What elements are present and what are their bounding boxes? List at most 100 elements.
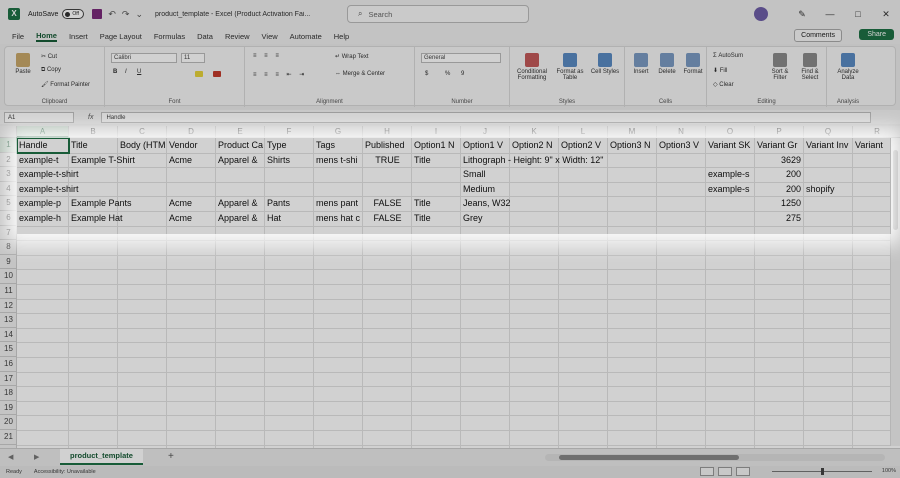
cell-p6[interactable]: 275 <box>755 211 804 226</box>
cell-o4[interactable]: example-s <box>706 182 755 197</box>
cut-button[interactable]: ✂ Cut <box>41 53 57 60</box>
row-header-14[interactable]: 14 <box>0 328 17 343</box>
format-cells-button[interactable]: Format <box>681 53 705 75</box>
page-layout-view-button[interactable] <box>718 467 732 476</box>
sheet-tab-product-template[interactable]: product_template <box>60 449 143 465</box>
column-header-a[interactable]: A <box>17 126 69 138</box>
delete-cells-button[interactable]: Delete <box>655 53 679 75</box>
column-header-p[interactable]: P <box>755 126 804 138</box>
search-box[interactable]: ⌕ Search <box>347 5 529 23</box>
row-header-21[interactable]: 21 <box>0 430 17 445</box>
autosum-button[interactable]: Σ AutoSum <box>713 53 743 59</box>
bold-button[interactable]: B <box>113 69 117 75</box>
cell-f2[interactable]: Shirts <box>265 153 314 168</box>
column-header-c[interactable]: C <box>118 126 167 138</box>
align-left-icons[interactable]: ≡ ≡ ≡ ⇤ ⇥ <box>253 71 307 78</box>
cell-p2[interactable]: 3629 <box>755 153 804 168</box>
tab-file[interactable]: File <box>12 32 24 41</box>
paste-button[interactable]: Paste <box>11 53 35 75</box>
cell-m1[interactable]: Option3 N <box>608 138 657 153</box>
font-color-icon[interactable] <box>213 71 221 77</box>
align-top-icons[interactable]: ≡ ≡ ≡ <box>253 53 282 59</box>
row-header-19[interactable]: 19 <box>0 401 17 416</box>
row-header-5[interactable]: 5 <box>0 196 17 211</box>
tab-view[interactable]: View <box>262 32 278 41</box>
cell-d2[interactable]: Acme <box>167 153 216 168</box>
cell-b1[interactable]: Title <box>69 138 118 153</box>
cell-styles-button[interactable]: Cell Styles <box>590 53 620 75</box>
cell-j6[interactable]: Grey <box>461 211 510 226</box>
row-header-12[interactable]: 12 <box>0 299 17 314</box>
number-format-select[interactable]: General <box>421 53 501 63</box>
cell-g6[interactable]: mens hat c <box>314 211 363 226</box>
page-break-view-button[interactable] <box>736 467 750 476</box>
column-header-f[interactable]: F <box>265 126 314 138</box>
cell-h5[interactable]: FALSE <box>363 196 412 211</box>
row-header-15[interactable]: 15 <box>0 342 17 357</box>
next-sheet-icon[interactable]: ▶ <box>34 453 39 461</box>
cell-a4[interactable]: example-t-shirt <box>17 182 79 197</box>
column-header-h[interactable]: H <box>363 126 412 138</box>
column-header-r[interactable]: R <box>853 126 900 138</box>
cell-a5[interactable]: example-p <box>17 196 69 211</box>
horizontal-scroll-thumb[interactable] <box>559 455 739 460</box>
column-header-n[interactable]: N <box>657 126 706 138</box>
column-header-o[interactable]: O <box>706 126 755 138</box>
cell-n1[interactable]: Option3 V <box>657 138 706 153</box>
cell-e6[interactable]: Apparel & <box>216 211 265 226</box>
fill-color-icon[interactable] <box>195 71 203 77</box>
tab-review[interactable]: Review <box>225 32 250 41</box>
cell-a6[interactable]: example-h <box>17 211 69 226</box>
share-button[interactable]: Share <box>859 29 894 40</box>
minimize-button[interactable]: — <box>816 9 844 19</box>
comments-button[interactable]: Comments <box>794 29 842 42</box>
formula-input[interactable]: Handle <box>101 111 872 123</box>
row-header-11[interactable]: 11 <box>0 284 17 299</box>
maximize-button[interactable]: □ <box>844 9 872 19</box>
cell-l1[interactable]: Option2 V <box>559 138 608 153</box>
row-header-16[interactable]: 16 <box>0 357 17 372</box>
currency-button[interactable]: $ <box>425 71 428 77</box>
cell-b2[interactable]: Example T-Shirt <box>69 153 135 168</box>
row-header-18[interactable]: 18 <box>0 386 17 401</box>
redo-icon[interactable]: ↷ <box>122 9 130 20</box>
row-header-4[interactable]: 4 <box>0 182 17 197</box>
cell-e5[interactable]: Apparel & <box>216 196 265 211</box>
cell-p4[interactable]: 200 <box>755 182 804 197</box>
cell-i6[interactable]: Title <box>412 211 461 226</box>
fill-button[interactable]: ⬇ Fill <box>713 67 727 74</box>
cell-a3[interactable]: example-t-shirt <box>17 167 79 182</box>
clear-button[interactable]: ◇ Clear <box>713 81 734 88</box>
cell-c1[interactable]: Body (HTM <box>118 138 167 153</box>
font-family-select[interactable]: Calibri <box>111 53 177 63</box>
cell-j2[interactable]: Lithograph - Height: 9" x Width: 12" <box>461 153 603 168</box>
cell-a2[interactable]: example-t <box>17 153 69 168</box>
column-header-g[interactable]: G <box>314 126 363 138</box>
column-header-b[interactable]: B <box>69 126 118 138</box>
format-as-table-button[interactable]: Format as Table <box>554 53 586 81</box>
cell-p1[interactable]: Variant Gr <box>755 138 804 153</box>
row-header-13[interactable]: 13 <box>0 313 17 328</box>
zoom-slider-knob[interactable] <box>821 468 824 475</box>
tab-automate[interactable]: Automate <box>290 32 322 41</box>
row-header-3[interactable]: 3 <box>0 167 17 182</box>
cell-e2[interactable]: Apparel & <box>216 153 265 168</box>
autosave-toggle[interactable]: Off <box>62 9 85 19</box>
cell-g1[interactable]: Tags <box>314 138 363 153</box>
percent-button[interactable]: % <box>445 71 450 77</box>
cell-q4[interactable]: shopify <box>804 182 853 197</box>
cell-q1[interactable]: Variant Inv <box>804 138 853 153</box>
row-header-7[interactable]: 7 <box>0 226 17 241</box>
column-header-j[interactable]: J <box>461 126 510 138</box>
find-select-button[interactable]: Find & Select <box>797 53 823 81</box>
font-size-select[interactable]: 11 <box>181 53 205 63</box>
column-header-i[interactable]: I <box>412 126 461 138</box>
row-header-8[interactable]: 8 <box>0 240 17 255</box>
cell-g5[interactable]: mens pant <box>314 196 363 211</box>
cell-f1[interactable]: Type <box>265 138 314 153</box>
user-avatar[interactable] <box>754 7 768 21</box>
cell-o3[interactable]: example-s <box>706 167 755 182</box>
tab-help[interactable]: Help <box>334 32 349 41</box>
tab-home[interactable]: Home <box>36 31 57 42</box>
cell-i1[interactable]: Option1 N <box>412 138 461 153</box>
